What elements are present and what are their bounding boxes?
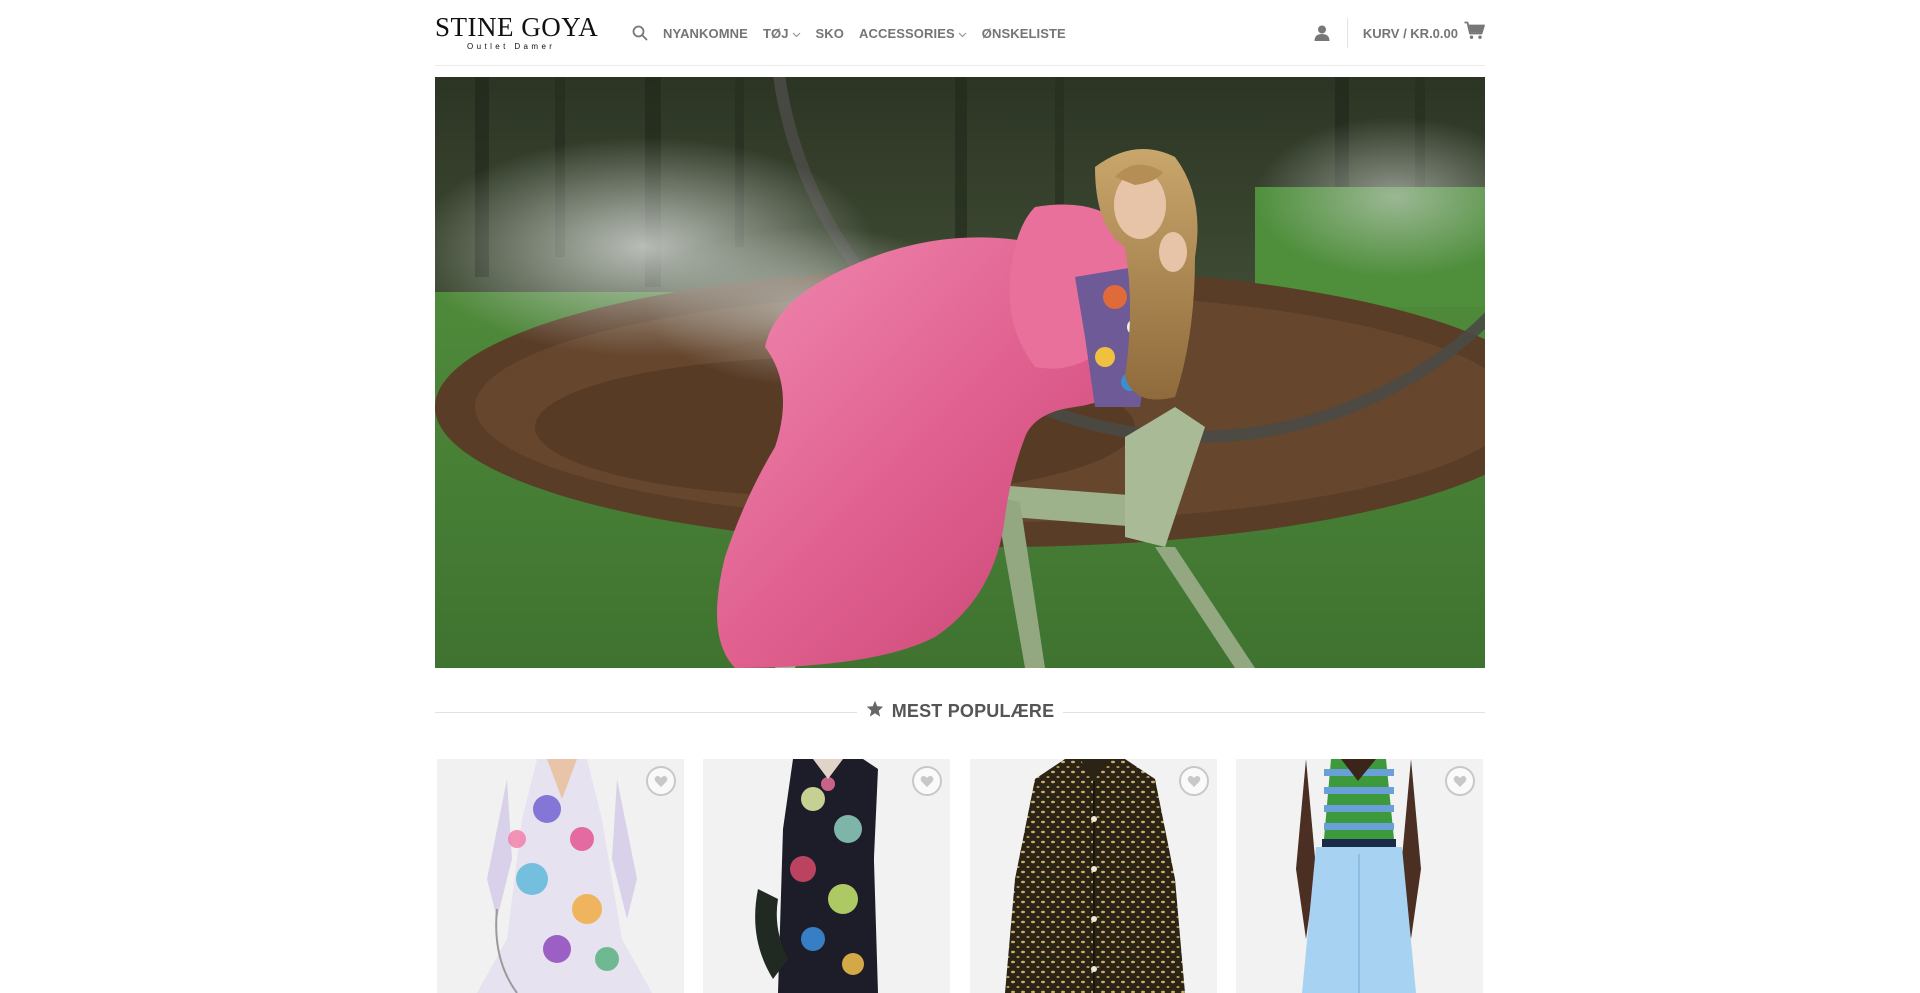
nav-item-label: ACCESSORIES [859, 25, 955, 41]
product-card[interactable] [437, 759, 684, 993]
section-heading: MEST POPULÆRE [866, 700, 1054, 722]
section-title-text: MEST POPULÆRE [891, 700, 1055, 721]
nav-item-label: ØNSKELISTE [981, 25, 1066, 41]
nav-item-onskeliste[interactable]: ØNSKELISTE [982, 26, 1066, 41]
chevron-down-icon [792, 26, 801, 41]
nav-item-label: SKO [815, 25, 845, 41]
nav-item-label: TØJ [762, 25, 789, 41]
logo-wordmark: STINE GOYA [435, 12, 599, 42]
product-grid [437, 759, 1483, 993]
product-card[interactable] [1236, 759, 1483, 993]
shopping-cart-icon [1464, 21, 1485, 45]
product-image [437, 759, 684, 993]
product-card[interactable] [970, 759, 1217, 993]
nav-item-nyankomne[interactable]: NYANKOMNE [663, 26, 748, 41]
nav-item-label: NYANKOMNE [663, 25, 748, 41]
heart-icon[interactable] [646, 766, 676, 796]
search-icon[interactable] [631, 24, 649, 42]
header-actions: KURV / KR.0.00 [1312, 0, 1485, 66]
heart-icon[interactable] [1179, 766, 1209, 796]
product-card[interactable] [703, 759, 950, 993]
site-header: STINE GOYA Outlet Damer NYANKOMNE TØJ SK… [0, 0, 1920, 68]
divider-line [1063, 712, 1485, 713]
cart-label: KURV / KR.0.00 [1362, 25, 1458, 41]
popular-section-title: MEST POPULÆRE [435, 700, 1485, 724]
cart-button[interactable]: KURV / KR.0.00 [1363, 21, 1485, 45]
chevron-down-icon [958, 26, 967, 41]
logo-tagline: Outlet Damer [467, 42, 556, 51]
heart-icon[interactable] [912, 766, 942, 796]
user-icon[interactable] [1312, 23, 1332, 43]
divider-line [435, 712, 857, 713]
hero-banner-image[interactable] [435, 77, 1485, 668]
hero-illustration [435, 77, 1485, 668]
star-icon [866, 700, 884, 722]
main-nav: NYANKOMNE TØJ SKO ACCESSORIES ØNSKELISTE [631, 0, 1081, 66]
product-image [703, 759, 950, 993]
product-image [1236, 759, 1483, 993]
heart-icon[interactable] [1445, 766, 1475, 796]
nav-item-accessories[interactable]: ACCESSORIES [859, 26, 967, 41]
header-inner: STINE GOYA Outlet Damer NYANKOMNE TØJ SK… [435, 0, 1485, 66]
logo[interactable]: STINE GOYA Outlet Damer [435, 12, 605, 52]
nav-item-toj[interactable]: TØJ [763, 26, 801, 41]
product-image [970, 759, 1217, 993]
nav-item-sko[interactable]: SKO [816, 26, 844, 41]
header-divider [1346, 18, 1348, 48]
